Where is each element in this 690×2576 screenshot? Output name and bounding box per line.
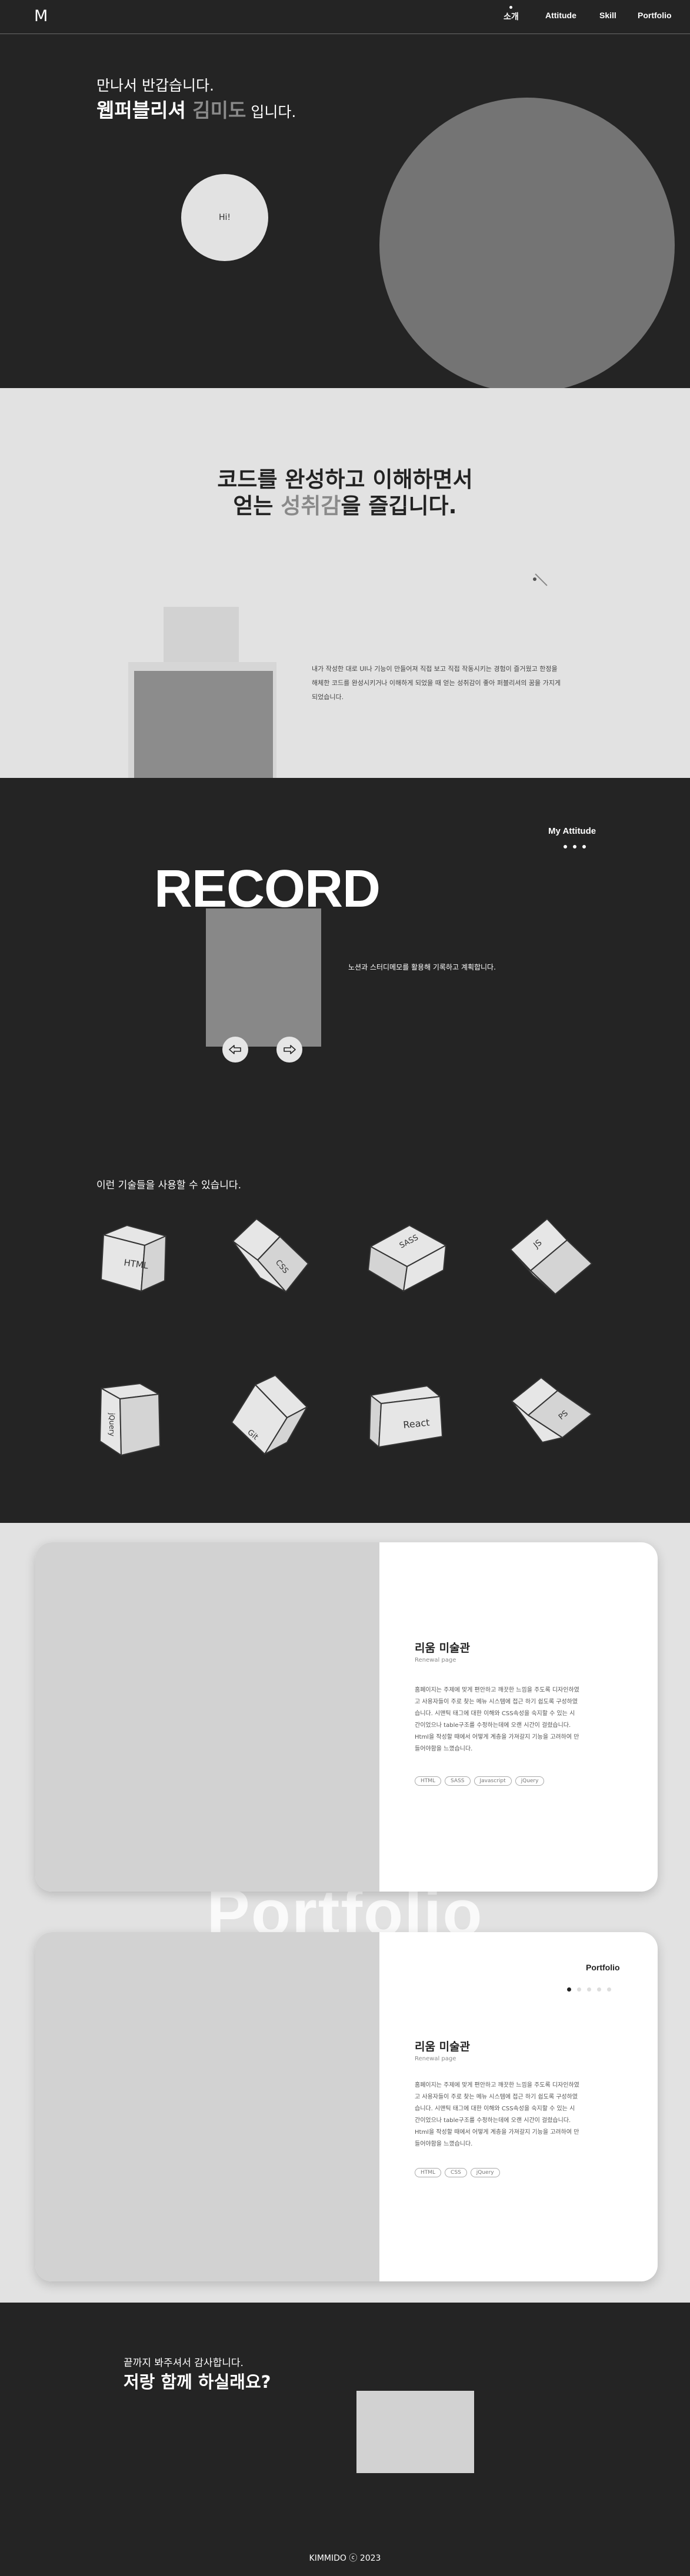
record-image (206, 908, 321, 1047)
skill-tag: HTML (415, 2168, 442, 2177)
card-title: 리움 미술관 (415, 1642, 471, 1655)
active-nav-indicator (509, 6, 512, 9)
html-cube-icon: HTML (101, 1225, 166, 1292)
skill-tag: Javascript (474, 1776, 512, 1786)
pagination-dot[interactable] (577, 1987, 581, 1992)
passion-title-line1: 코드를 완성하고 이해하면서 (217, 467, 473, 492)
contact-section: 끝까지 봐주셔서 감사합니다. 저랑 함께 하실래요? KIMMIDO ⓒ 20… (0, 2303, 690, 2576)
intro-section: 만나서 반갑습니다. 웹퍼블리셔 김미도 입니다. Hi! (0, 34, 690, 388)
tag-list: HTML CSS jQuery (415, 2168, 579, 2177)
pagination-dot[interactable] (597, 1987, 601, 1992)
arrow-left-icon (229, 1045, 241, 1054)
js-cube-icon: JS (510, 1218, 592, 1295)
attitude-pagination[interactable] (564, 845, 586, 848)
title-line2-suffix: 을 즐깁니다. (341, 493, 457, 519)
cube-label: jQuery (108, 1412, 116, 1436)
pagination-dot[interactable] (587, 1987, 591, 1992)
card-subtitle: Renewal page (415, 2056, 456, 2062)
ps-cube-icon: PS (511, 1377, 592, 1443)
git-cube-icon: Git (231, 1375, 308, 1455)
headline-name: 김미도 (192, 99, 246, 122)
portfolio-card-image[interactable] (35, 1932, 379, 2281)
pagination-dot[interactable] (582, 845, 586, 848)
card-description: 홈페이지는 주제에 맞게 편안하고 깨끗한 느낌을 주도록 디자인하였고 사용자… (415, 2082, 579, 2147)
portfolio-card-body: 리움 미술관 Renewal page 홈페이지는 주제에 맞게 편안하고 깨끗… (415, 2038, 579, 2177)
portfolio-label: Portfolio (586, 1963, 620, 1972)
nav-item-attitude[interactable]: Attitude (545, 11, 576, 20)
next-button[interactable] (276, 1037, 302, 1063)
contact-image[interactable] (356, 2391, 474, 2473)
cup-body-image (134, 671, 273, 778)
card-subtitle: Renewal page (415, 1657, 456, 1663)
title-line2-prefix: 얻는 (233, 493, 281, 519)
wand-icon (535, 573, 548, 586)
passion-title: 코드를 완성하고 이해하면서 얻는 성취감을 즐깁니다. (0, 466, 690, 519)
portfolio-pagination[interactable] (567, 1987, 611, 1992)
pagination-dot[interactable] (564, 845, 567, 848)
nav-item-skill[interactable]: Skill (599, 11, 616, 20)
site-logo[interactable]: M (34, 7, 48, 25)
headline-suffix: 입니다. (246, 103, 296, 121)
passion-section: 코드를 완성하고 이해하면서 얻는 성취감을 즐깁니다. 내가 작성한 대로 U… (0, 388, 690, 778)
decorative-circle (379, 98, 675, 388)
contact-headline: 저랑 함께 하실래요? (124, 2372, 271, 2392)
site-header: M 소개 Attitude Skill Portfolio (0, 0, 690, 34)
intro-headline: 웹퍼블리셔 김미도 입니다. (96, 95, 296, 123)
skill-tag: CSS (445, 2168, 467, 2177)
wand-tip-icon (533, 577, 536, 581)
intro-greeting: 만나서 반갑습니다. (96, 77, 214, 94)
pagination-dot-active[interactable] (567, 1987, 571, 1992)
skills-title: 이런 기술들을 사용할 수 있습니다. (96, 1180, 241, 1191)
skill-tag: jQuery (470, 2168, 500, 2177)
contact-thanks: 끝까지 봐주셔서 감사합니다. (124, 2357, 244, 2369)
headline-prefix: 웹퍼블리셔 (96, 99, 193, 122)
nav-item-intro[interactable]: 소개 (504, 11, 519, 22)
jquery-cube-icon: jQuery (99, 1383, 161, 1456)
sass-cube-icon: SASS (368, 1225, 446, 1292)
title-line2-accent: 성취감 (281, 493, 341, 519)
prev-button[interactable] (222, 1037, 248, 1063)
portfolio-card[interactable]: 리움 미술관 Renewal page 홈페이지는 주제에 맞게 편안하고 깨끗… (35, 1542, 658, 1892)
card-description: 홈페이지는 주제에 맞게 편안하고 깨끗한 느낌을 주도록 디자인하였고 사용자… (415, 1687, 579, 1752)
portfolio-section: Portfolio 리움 미술관 Renewal page 홈페이지는 주제에 … (0, 1523, 690, 2303)
hi-circle: Hi! (181, 174, 268, 261)
record-description: 노션과 스터디메모를 활용해 기록하고 계획합니다. (348, 963, 496, 971)
react-cube-icon: React (369, 1385, 443, 1448)
passion-description: 내가 작성한 대로 UI나 기능이 만들어져 직접 보고 직접 작동시키는 경험… (312, 665, 561, 701)
footer-copyright: KIMMIDO ⓒ 2023 (309, 2554, 381, 2563)
portfolio-card-body: 리움 미술관 Renewal page 홈페이지는 주제에 맞게 편안하고 깨끗… (415, 1639, 579, 1786)
portfolio-card-image[interactable] (35, 1542, 379, 1892)
attitude-section: My Attitude RECORD 노션과 스터디메모를 활용해 기록하고 계… (0, 778, 690, 1523)
passion-title-line2: 얻는 성취감을 즐깁니다. (0, 493, 690, 519)
skill-tag: SASS (445, 1776, 471, 1786)
hi-label: Hi! (218, 213, 231, 222)
nav-item-portfolio[interactable]: Portfolio (638, 11, 672, 20)
card-title: 리움 미술관 (415, 2040, 471, 2053)
skill-tag: jQuery (515, 1776, 545, 1786)
portfolio-card[interactable]: Portfolio 리움 미술관 Renewal page 홈페이지는 주제에 … (35, 1932, 658, 2281)
pagination-dot[interactable] (573, 845, 576, 848)
skill-tag: HTML (415, 1776, 442, 1786)
css-cube-icon: CSS (232, 1218, 309, 1292)
pagination-dot[interactable] (607, 1987, 611, 1992)
attitude-title: My Attitude (548, 826, 596, 836)
arrow-right-icon (284, 1045, 296, 1054)
tag-list: HTML SASS Javascript jQuery (415, 1776, 579, 1786)
cup-lid-image (164, 607, 239, 668)
